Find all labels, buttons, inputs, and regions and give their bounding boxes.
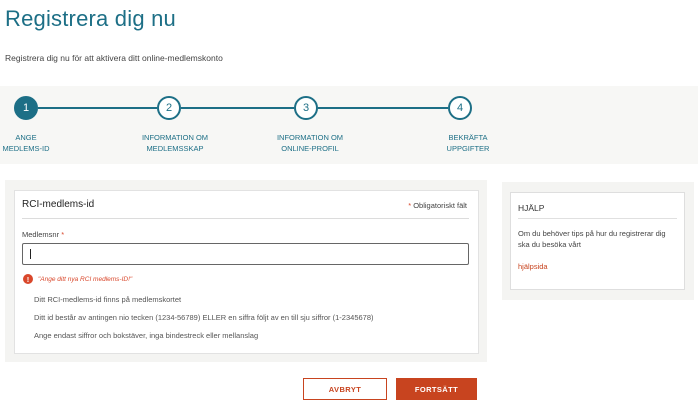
step-3-label: INFORMATION OM ONLINE-PROFIL bbox=[276, 133, 344, 153]
card-title: RCI-medlems-id bbox=[22, 199, 95, 210]
hint-line: Ange endast siffror och bokstäver, inga … bbox=[34, 331, 259, 340]
member-number-input[interactable] bbox=[22, 243, 469, 265]
page-subtitle: Registrera dig nu för att aktivera ditt … bbox=[5, 53, 223, 63]
step-3-circle: 3 bbox=[294, 96, 318, 120]
required-star: * bbox=[408, 201, 412, 210]
step-connector bbox=[38, 107, 157, 109]
step-4-circle: 4 bbox=[448, 96, 472, 120]
required-note: * Obligatoriskt fält bbox=[408, 201, 467, 210]
step-1-circle: 1 bbox=[14, 96, 38, 120]
continue-button[interactable]: FORTSÄTT bbox=[396, 378, 477, 400]
step-2-circle: 2 bbox=[157, 96, 181, 120]
help-text: Om du behöver tips på hur du registrerar… bbox=[518, 229, 666, 249]
member-number-label: Medlemsnr * bbox=[22, 230, 65, 239]
member-id-card bbox=[14, 190, 479, 354]
step-4-label: BEKRÄFTA UPPGIFTER bbox=[446, 133, 490, 153]
step-2-label: INFORMATION OM MEDLEMSSKAP bbox=[141, 133, 209, 153]
cancel-button[interactable]: AVBRYT bbox=[303, 378, 387, 400]
help-page-link[interactable]: hjälpsida bbox=[518, 262, 548, 271]
error-message: "Ange ditt nya RCI medlems-ID!" bbox=[38, 276, 133, 283]
page-title: Registrera dig nu bbox=[5, 6, 176, 31]
hint-line: Ditt RCI-medlems-id finns på medlemskort… bbox=[34, 295, 182, 304]
divider bbox=[22, 218, 469, 219]
error-icon: ! bbox=[23, 274, 33, 284]
step-connector bbox=[318, 107, 448, 109]
divider bbox=[518, 218, 677, 219]
help-title: HJÄLP bbox=[518, 203, 545, 213]
step-connector bbox=[181, 107, 294, 109]
required-note-text: Obligatoriskt fält bbox=[413, 201, 467, 210]
required-star: * bbox=[61, 230, 65, 239]
step-1-label: ANGE MEDLEMS-ID bbox=[2, 133, 50, 153]
text-cursor bbox=[30, 249, 31, 259]
hint-line: Ditt id består av antingen nio tecken (1… bbox=[34, 313, 374, 322]
